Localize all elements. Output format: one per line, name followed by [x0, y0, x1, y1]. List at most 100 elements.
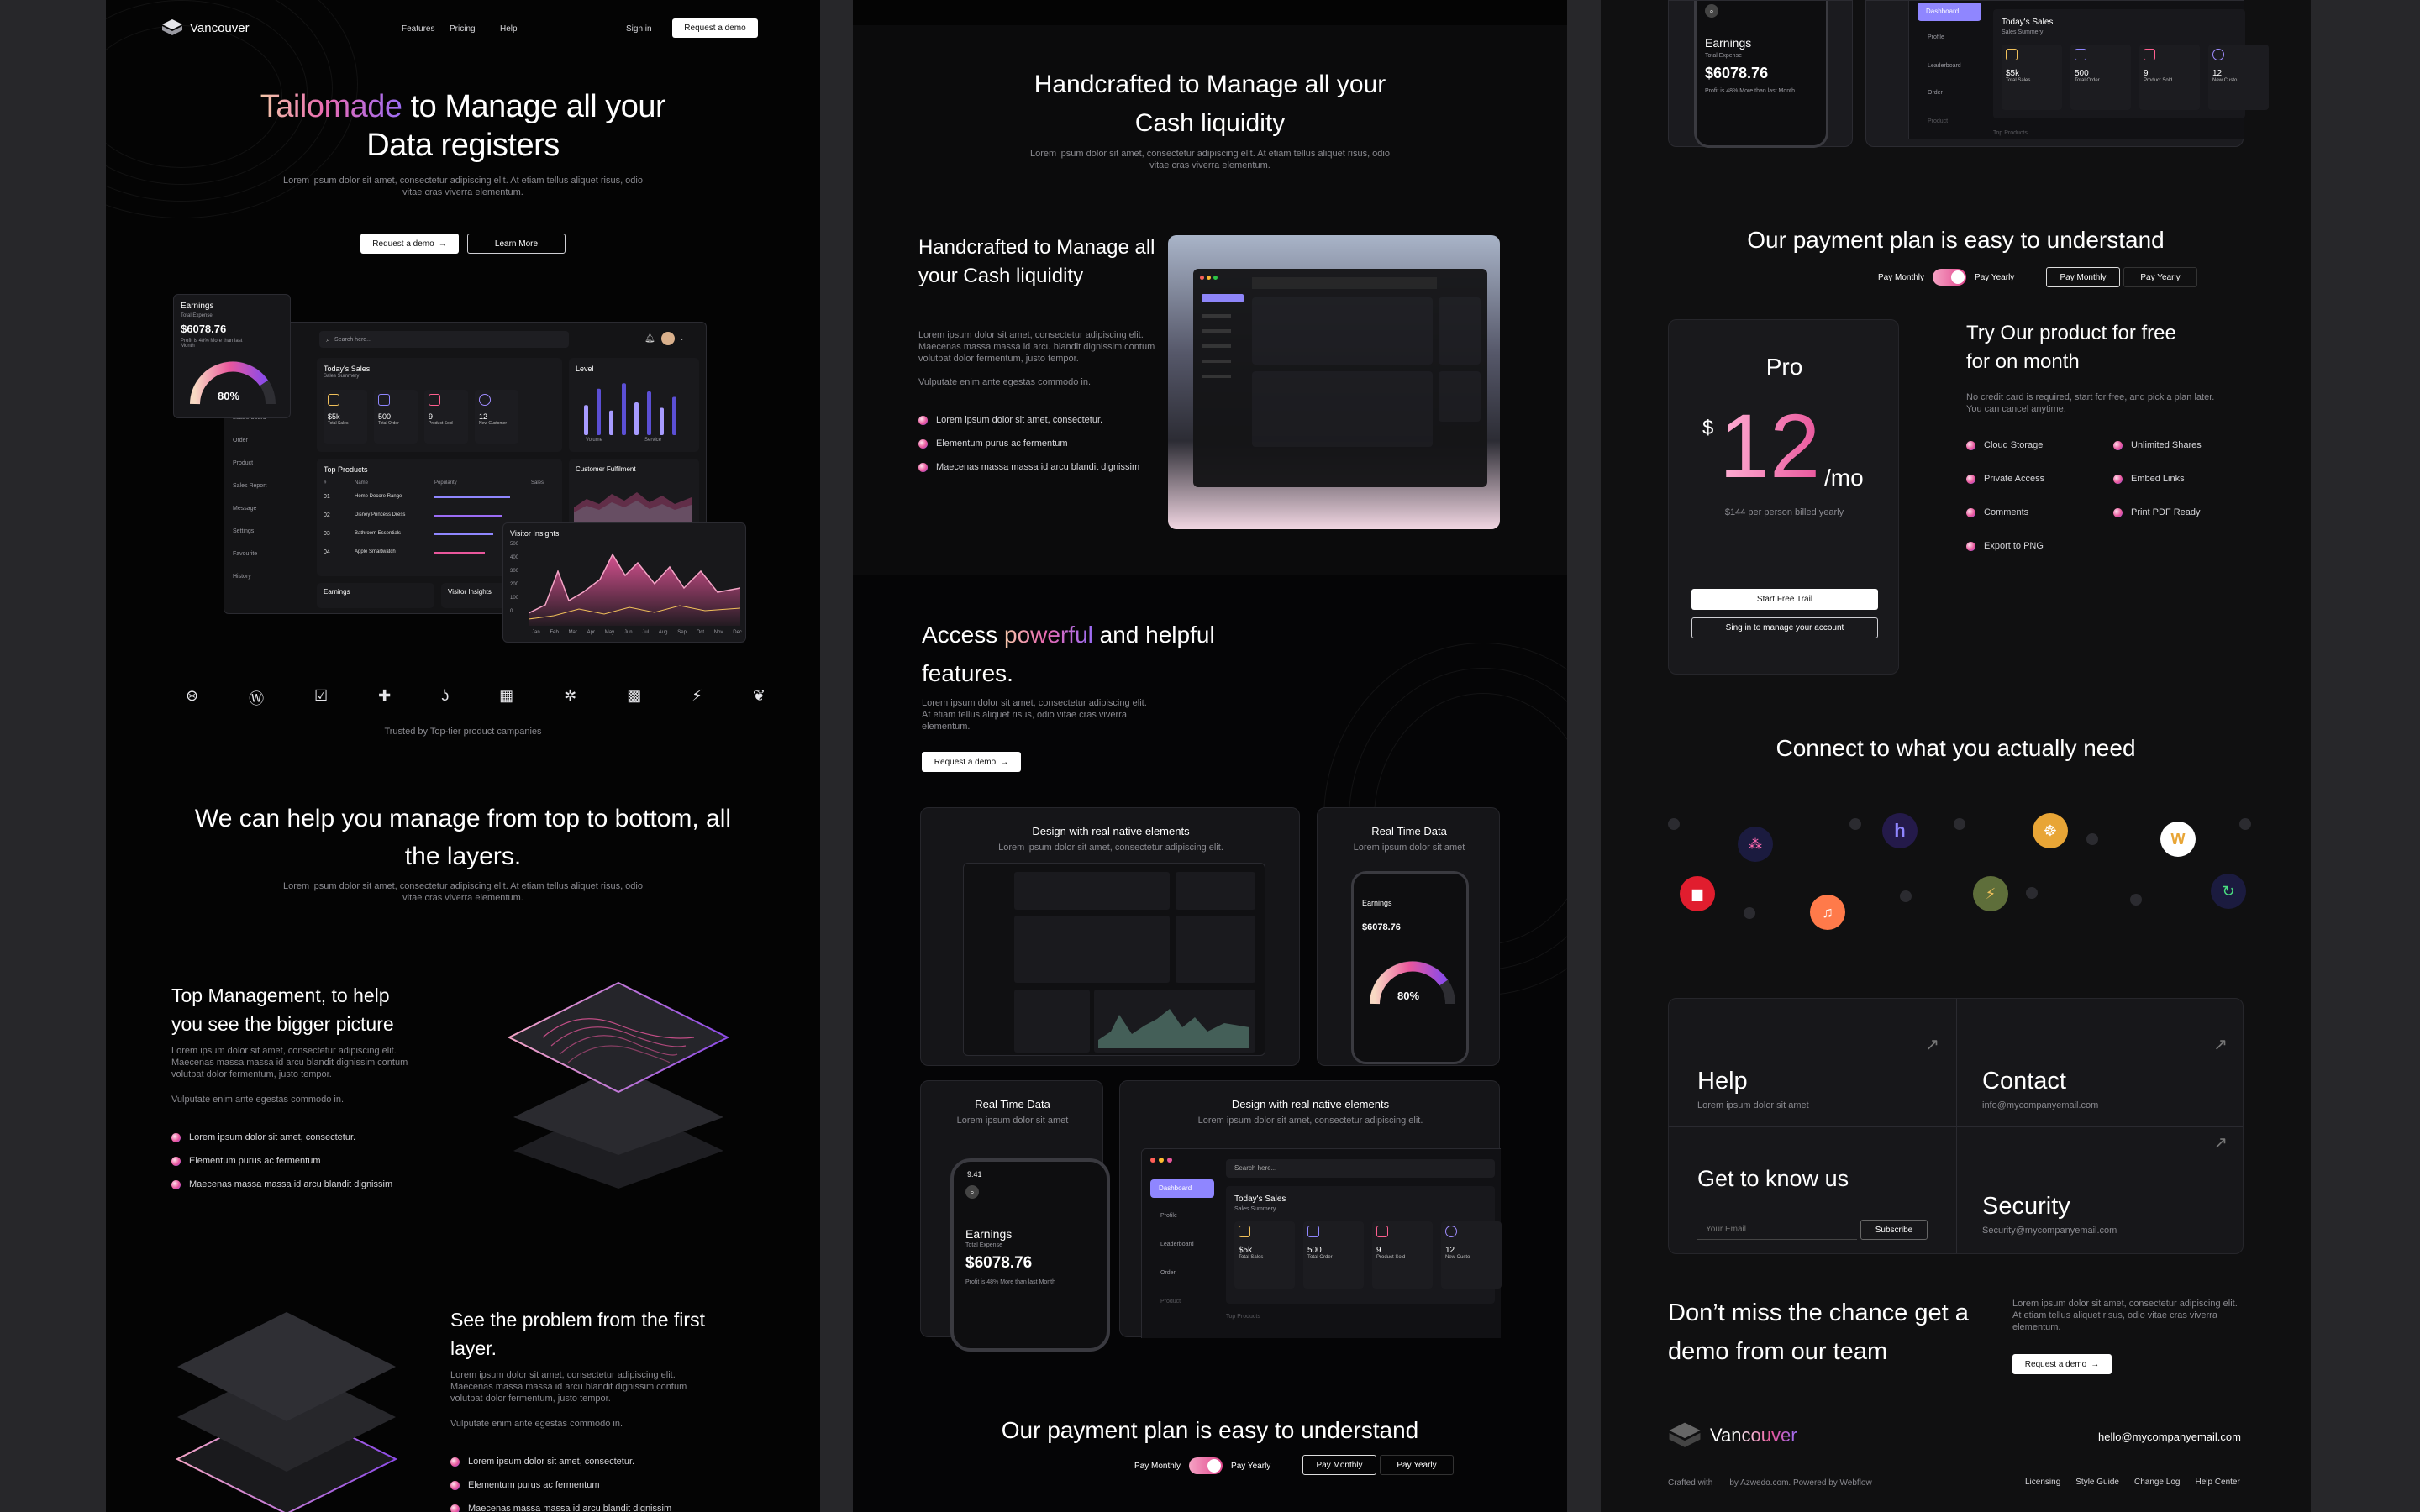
subscribe-button[interactable]: Subscribe [1860, 1220, 1928, 1240]
integration-logo-bolt-icon[interactable]: ⚡︎ [1973, 876, 2008, 911]
menu-item-leaderboard[interactable]: Leaderboard [1928, 63, 1961, 69]
stat-new-customer: 12 New Customer [475, 390, 518, 444]
large-preview-search[interactable]: Search here... [1226, 1159, 1495, 1178]
sidebar-item-history[interactable]: History [233, 574, 266, 580]
menu-item-dashboard[interactable]: Dashboard [1150, 1179, 1214, 1198]
dashboard-preview [1193, 269, 1487, 487]
menu-item-order[interactable]: Order [1160, 1270, 1176, 1276]
fulfilment-area-chart [574, 492, 692, 524]
sales-summary-label: Sales Summery [1234, 1206, 1276, 1212]
security-link-card[interactable]: ↗ Security Security@mycompanyemail.com [1957, 1127, 2243, 1253]
menu-item-leaderboard[interactable]: Leaderboard [1160, 1242, 1194, 1247]
billing-toggle[interactable] [1933, 269, 1967, 286]
feature-card-realtime: Real Time Data Lorem ipsum dolor sit ame… [1317, 807, 1500, 1066]
billing-toggle[interactable] [1189, 1457, 1223, 1474]
contact-link-card[interactable]: ↗ Contact info@mycompanyemail.com [1957, 999, 2243, 1126]
access-description: Lorem ipsum dolor sit amet, consectetur … [922, 698, 1147, 732]
dashboard-search-input[interactable]: ⌕ Search here... [319, 331, 569, 348]
integration-logo-music-icon[interactable]: ♫ [1810, 895, 1845, 930]
customer-fulfilment-title: Customer Fulfilment [576, 465, 636, 473]
card-subtitle: Lorem ipsum dolor sit amet [956, 1116, 1069, 1126]
nav-link-pricing[interactable]: Pricing [450, 24, 476, 34]
integration-logo-w-icon[interactable]: W [2160, 822, 2196, 857]
brand-logo[interactable]: Vancouver [161, 18, 250, 37]
search-icon[interactable]: ⌕ [1705, 4, 1718, 18]
visitor-x-axis: Jan Feb Mar Apr May Jun Jul Aug Sep Oct … [532, 630, 742, 635]
start-free-trial-button[interactable]: Start Free Trail [1691, 589, 1878, 610]
menu-item-profile[interactable]: Profile [1928, 34, 1944, 40]
signin-manage-account-button[interactable]: Sing in to manage your account [1691, 617, 1878, 638]
stat-cards: $5k Total Sales 500 Total Order 9 Product S… [324, 390, 518, 444]
bullet-dot-icon [918, 438, 928, 449]
footer-link-change-log[interactable]: Change Log [2134, 1478, 2181, 1487]
sales-icon [328, 394, 339, 406]
footer-email[interactable]: hello@mycompanyemail.com [2098, 1431, 2241, 1443]
bullet-dot-icon [450, 1504, 460, 1512]
y-tick: 100 [510, 596, 519, 601]
menu-item-product[interactable]: Product [1160, 1299, 1181, 1305]
footer-brand[interactable]: Vancouver [1668, 1421, 1797, 1450]
menu-item-dashboard[interactable]: Dashboard [1918, 3, 1981, 21]
stat-value: 12 [1445, 1246, 1455, 1255]
footer-link-licensing[interactable]: Licensing [2025, 1478, 2060, 1487]
feature2-bullet: Elementum purus ac fermentum [450, 1480, 671, 1490]
footer-link-style-guide[interactable]: Style Guide [2075, 1478, 2119, 1487]
billing-yearly-label: Pay Yearly [1231, 1461, 1271, 1471]
sidebar-item-product[interactable]: Product [233, 460, 266, 466]
integration-logo-h-icon[interactable]: h [1882, 813, 1918, 848]
sidebar-item-favourite[interactable]: Favourite [233, 551, 266, 557]
preview-level [1439, 297, 1481, 365]
integration-logo-gold-icon[interactable]: ☸ [2033, 813, 2068, 848]
sidebar-item-settings[interactable]: Settings [233, 528, 266, 534]
col-header-popularity: Popularity [434, 480, 457, 486]
footer-link-help-center[interactable]: Help Center [2195, 1478, 2239, 1487]
order-icon [378, 394, 390, 406]
hero-request-demo-button[interactable]: Request a demo → [360, 234, 459, 254]
nav-request-demo-button[interactable]: Request a demo [672, 18, 758, 38]
order-icon [1307, 1226, 1319, 1237]
sales-icon [1239, 1226, 1250, 1237]
stat-value: 500 [2075, 69, 2089, 78]
help-link-card[interactable]: ↗ Help Lorem ipsum dolor sit amet [1669, 999, 1956, 1126]
chevron-down-icon[interactable]: ⌄ [679, 334, 685, 342]
page-column-3: ⌕ Earnings Total Expense $6078.76 Profit… [1601, 0, 2311, 1512]
cta-request-demo-button[interactable]: Request a demo → [2012, 1354, 2112, 1374]
sidebar-item-order[interactable]: Order [233, 438, 266, 444]
newsletter-email-input[interactable] [1697, 1220, 1857, 1240]
partner-logos: ⊛ Ⓦ ☑ ✚ ʖ ▦ ✲ ▩ ⚡︎ ❦ [186, 687, 765, 709]
today-sales-panel: Today's Sales Sales Summery $5k Total Sal… [317, 358, 562, 452]
x-tick: Feb [550, 630, 559, 635]
access-request-demo-button[interactable]: Request a demo → [922, 752, 1021, 772]
search-icon: ⌕ [326, 334, 331, 344]
nav-link-help[interactable]: Help [500, 24, 518, 34]
card-title: Design with real native elements [1231, 1098, 1390, 1110]
integration-logo-refresh-icon[interactable]: ↻ [2211, 874, 2246, 909]
footer-credits: Crafted with by Azwedo.com. Powered by W… [1668, 1478, 1872, 1489]
menu-item-order[interactable]: Order [1928, 90, 1943, 96]
hero-learn-more-button[interactable]: Learn More [467, 234, 566, 254]
sidebar-item-sales-report[interactable]: Sales Report [233, 483, 266, 489]
phone-mockup: Earnings $6078.76 80% [1351, 871, 1469, 1064]
access-request-demo-label: Request a demo [934, 757, 997, 767]
avatar[interactable] [661, 332, 675, 345]
tab-pay-yearly[interactable]: Pay Yearly [2123, 267, 2197, 287]
search-icon[interactable]: ⌕ [965, 1185, 979, 1199]
stat-label: Product Sold [1376, 1255, 1406, 1260]
partner-logo-w-icon: Ⓦ [249, 690, 265, 707]
nav-link-features[interactable]: Features [402, 24, 434, 34]
tab-pay-monthly[interactable]: Pay Monthly [2046, 267, 2120, 287]
tab-pay-yearly[interactable]: Pay Yearly [1380, 1455, 1454, 1475]
x-tick: Jun [623, 630, 633, 635]
menu-item-product[interactable]: Product [1928, 118, 1948, 124]
stat-total-order: 500 Total Order [374, 390, 418, 444]
large-preview-sales: Today's Sales Sales Summery $5k Total Sal… [1226, 1186, 1502, 1304]
sidebar-item-message[interactable]: Message [233, 506, 266, 512]
tab-pay-monthly[interactable]: Pay Monthly [1302, 1455, 1376, 1475]
bell-icon[interactable]: 🔔︎ [644, 334, 655, 344]
signin-link[interactable]: Sign in [626, 24, 652, 34]
integration-logo-red-icon[interactable]: ▆ [1680, 876, 1715, 911]
level-bar [672, 396, 676, 435]
menu-item-profile[interactable]: Profile [1160, 1213, 1177, 1219]
phone-earnings-title: Earnings [965, 1227, 1013, 1241]
integration-logo-dots-icon[interactable]: ⁂ [1738, 827, 1773, 862]
